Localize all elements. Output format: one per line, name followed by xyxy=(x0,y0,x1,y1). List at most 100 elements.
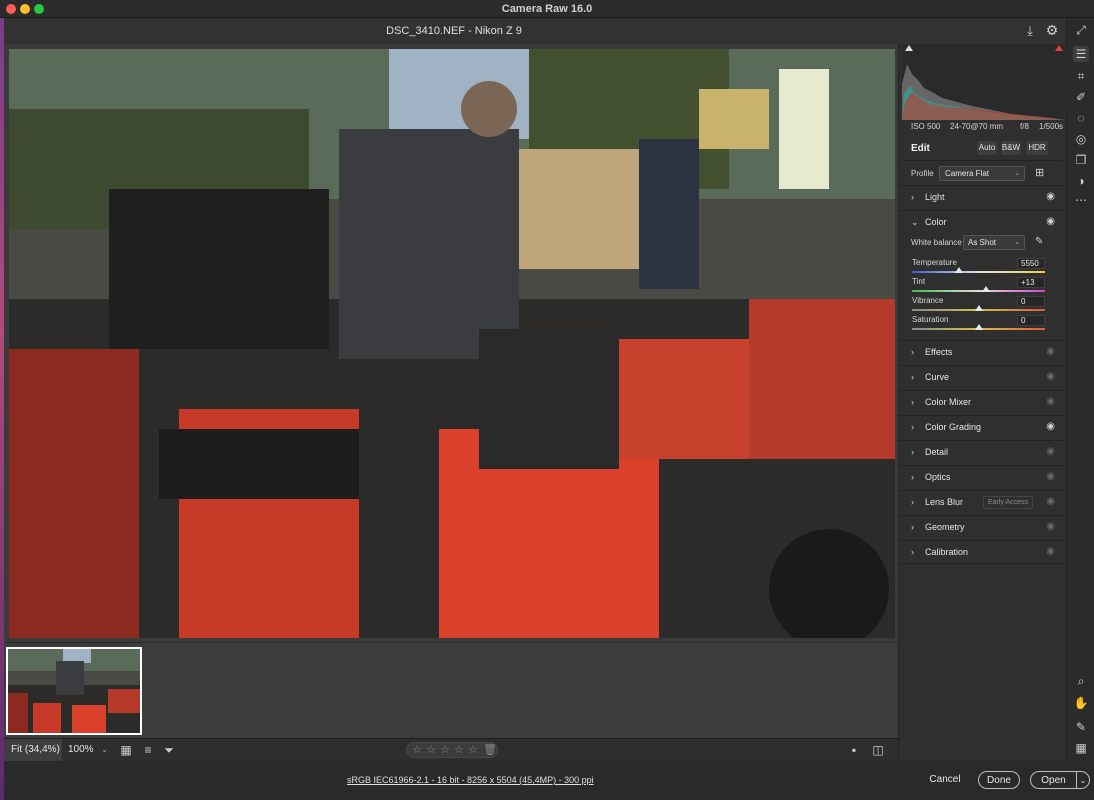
eye-icon[interactable]: ◉ xyxy=(1046,496,1055,507)
exif-aperture: f/8 xyxy=(1020,122,1029,131)
star-icon[interactable]: ☆ xyxy=(411,744,423,757)
before-after-icon[interactable]: ◫ xyxy=(870,742,886,758)
workflow-options-link[interactable]: sRGB IEC61966-2.1 - 16 bit - 8256 x 5504… xyxy=(347,775,594,785)
trash-icon[interactable]: 🗑 xyxy=(483,744,497,757)
color-sampler-icon[interactable]: ✎ xyxy=(1073,719,1089,735)
open-button[interactable]: Open xyxy=(1030,771,1076,789)
fit-zoom-label[interactable]: Fit (34,4%) xyxy=(4,739,62,761)
more-options-icon[interactable]: ⋯ xyxy=(1073,192,1089,208)
photo-preview[interactable] xyxy=(9,49,895,638)
eyedropper-icon[interactable]: ✎ xyxy=(1035,236,1043,247)
eye-icon[interactable]: ◉ xyxy=(1046,421,1055,432)
image-canvas xyxy=(4,44,898,642)
star-icon[interactable]: ☆ xyxy=(467,744,479,757)
section-label: Lens Blur xyxy=(925,497,964,507)
slider-track[interactable] xyxy=(912,271,1045,273)
profile-label: Profile xyxy=(911,169,934,178)
sort-icon[interactable]: ≡ xyxy=(140,742,156,758)
section-curve[interactable]: › Curve ◉ xyxy=(899,365,1067,389)
footer-bar: sRGB IEC61966-2.1 - 16 bit - 8256 x 5504… xyxy=(4,761,1094,800)
zoom-value: 100% xyxy=(68,744,94,755)
slider-value[interactable]: 0 xyxy=(1017,296,1045,307)
done-button[interactable]: Done xyxy=(978,771,1020,789)
cancel-button[interactable]: Cancel xyxy=(920,771,970,789)
filmstrip-options-icon[interactable]: ▦ xyxy=(118,742,134,758)
crop-icon[interactable]: ⌗ xyxy=(1073,68,1089,84)
hdr-button[interactable]: HDR xyxy=(1026,141,1048,155)
grid-overlay-icon[interactable]: ▦ xyxy=(1073,740,1089,756)
eye-icon[interactable]: ◉ xyxy=(1046,521,1055,532)
eye-icon[interactable]: ◉ xyxy=(1046,371,1055,382)
slider-value[interactable]: 0 xyxy=(1017,315,1045,326)
eye-icon[interactable]: ◉ xyxy=(1046,546,1055,557)
profile-row: Profile Camera Flat ⌄ ⊞ xyxy=(899,166,1067,182)
filter-icon[interactable]: ⏷ xyxy=(161,742,177,758)
profile-browser-icon[interactable]: ⊞ xyxy=(1035,167,1047,179)
section-label: Calibration xyxy=(925,547,969,557)
section-lens-blur[interactable]: › Lens Blur Early Access ◉ xyxy=(899,490,1067,514)
eye-icon[interactable]: ◉ xyxy=(1046,396,1055,407)
eye-icon[interactable]: ◉ xyxy=(1046,471,1055,482)
filmstrip xyxy=(4,642,898,738)
section-effects[interactable]: › Effects ◉ xyxy=(899,340,1067,364)
section-label: Color Grading xyxy=(925,422,982,432)
section-color-grading[interactable]: › Color Grading ◉ xyxy=(899,415,1067,439)
single-view-icon[interactable]: ▪ xyxy=(846,742,862,758)
edit-title: Edit xyxy=(911,143,930,154)
section-calibration[interactable]: › Calibration ◉ xyxy=(899,540,1067,564)
chevron-right-icon: › xyxy=(911,372,914,382)
slider-thumb[interactable] xyxy=(954,267,963,273)
slider-thumb[interactable] xyxy=(974,305,983,311)
hand-icon[interactable]: ✋ xyxy=(1073,695,1089,711)
edit-sliders-icon[interactable]: ☰ xyxy=(1073,46,1089,62)
chevron-down-icon[interactable]: ⌄ xyxy=(911,217,919,228)
section-geometry[interactable]: › Geometry ◉ xyxy=(899,515,1067,539)
filmstrip-thumbnail[interactable] xyxy=(6,647,142,735)
star-icon[interactable]: ☆ xyxy=(425,744,437,757)
heal-brush-icon[interactable]: ✐ xyxy=(1073,89,1089,105)
slider-track[interactable] xyxy=(912,290,1045,292)
section-color-mixer[interactable]: › Color Mixer ◉ xyxy=(899,390,1067,414)
slider-value[interactable]: +13 xyxy=(1017,277,1045,288)
red-eye-icon[interactable]: ◎ xyxy=(1073,131,1089,147)
gear-icon[interactable]: ⚙ xyxy=(1044,22,1060,38)
eye-icon[interactable]: ◉ xyxy=(1046,191,1055,202)
section-label: Effects xyxy=(925,347,953,357)
masking-icon[interactable]: ◌ xyxy=(1073,110,1089,126)
section-label: Curve xyxy=(925,372,950,382)
tint-slider[interactable]: Tint +13 xyxy=(899,277,1067,297)
saturation-slider[interactable]: Saturation 0 xyxy=(899,315,1067,335)
auto-button[interactable]: Auto xyxy=(977,141,997,155)
zoom-icon[interactable]: ⌕ xyxy=(1073,673,1089,689)
histogram xyxy=(902,44,1065,120)
snapshots-icon[interactable]: ❐ xyxy=(1073,152,1089,168)
bw-button[interactable]: B&W xyxy=(1001,141,1021,155)
file-title: DSC_3410.NEF - Nikon Z 9 xyxy=(386,25,522,37)
star-rating[interactable]: ☆ ☆ ☆ ☆ ☆ 🗑 xyxy=(406,742,498,758)
zoom-select[interactable]: 100% ⌄ xyxy=(64,739,110,761)
section-label[interactable]: Color xyxy=(925,217,947,227)
eye-icon[interactable]: ◉ xyxy=(1046,216,1055,227)
vibrance-slider[interactable]: Vibrance 0 xyxy=(899,296,1067,316)
temperature-slider[interactable]: Temperature 5550 xyxy=(899,258,1067,278)
section-optics[interactable]: › Optics ◉ xyxy=(899,465,1067,489)
shadow-clipping-icon[interactable] xyxy=(905,45,913,51)
window-titlebar: Camera Raw 16.0 xyxy=(0,0,1094,18)
highlight-clipping-icon[interactable] xyxy=(1055,45,1063,51)
section-light[interactable]: › Light ◉ xyxy=(899,185,1067,209)
expand-icon[interactable]: ⤢ xyxy=(1073,22,1089,38)
white-balance-select[interactable]: As Shot ⌄ xyxy=(963,235,1025,250)
eye-icon[interactable]: ◉ xyxy=(1046,346,1055,357)
open-options-button[interactable]: ⌄ xyxy=(1076,771,1090,789)
slider-thumb[interactable] xyxy=(982,286,991,292)
save-icon[interactable]: ⤓ xyxy=(1022,23,1038,39)
profile-select[interactable]: Camera Flat ⌄ xyxy=(939,166,1025,181)
presets-icon[interactable]: ◑ xyxy=(1073,173,1089,189)
slider-thumb[interactable] xyxy=(974,324,983,330)
star-icon[interactable]: ☆ xyxy=(453,744,465,757)
section-detail[interactable]: › Detail ◉ xyxy=(899,440,1067,464)
star-icon[interactable]: ☆ xyxy=(439,744,451,757)
slider-label: Temperature xyxy=(912,258,957,267)
eye-icon[interactable]: ◉ xyxy=(1046,446,1055,457)
slider-value[interactable]: 5550 xyxy=(1017,258,1045,269)
